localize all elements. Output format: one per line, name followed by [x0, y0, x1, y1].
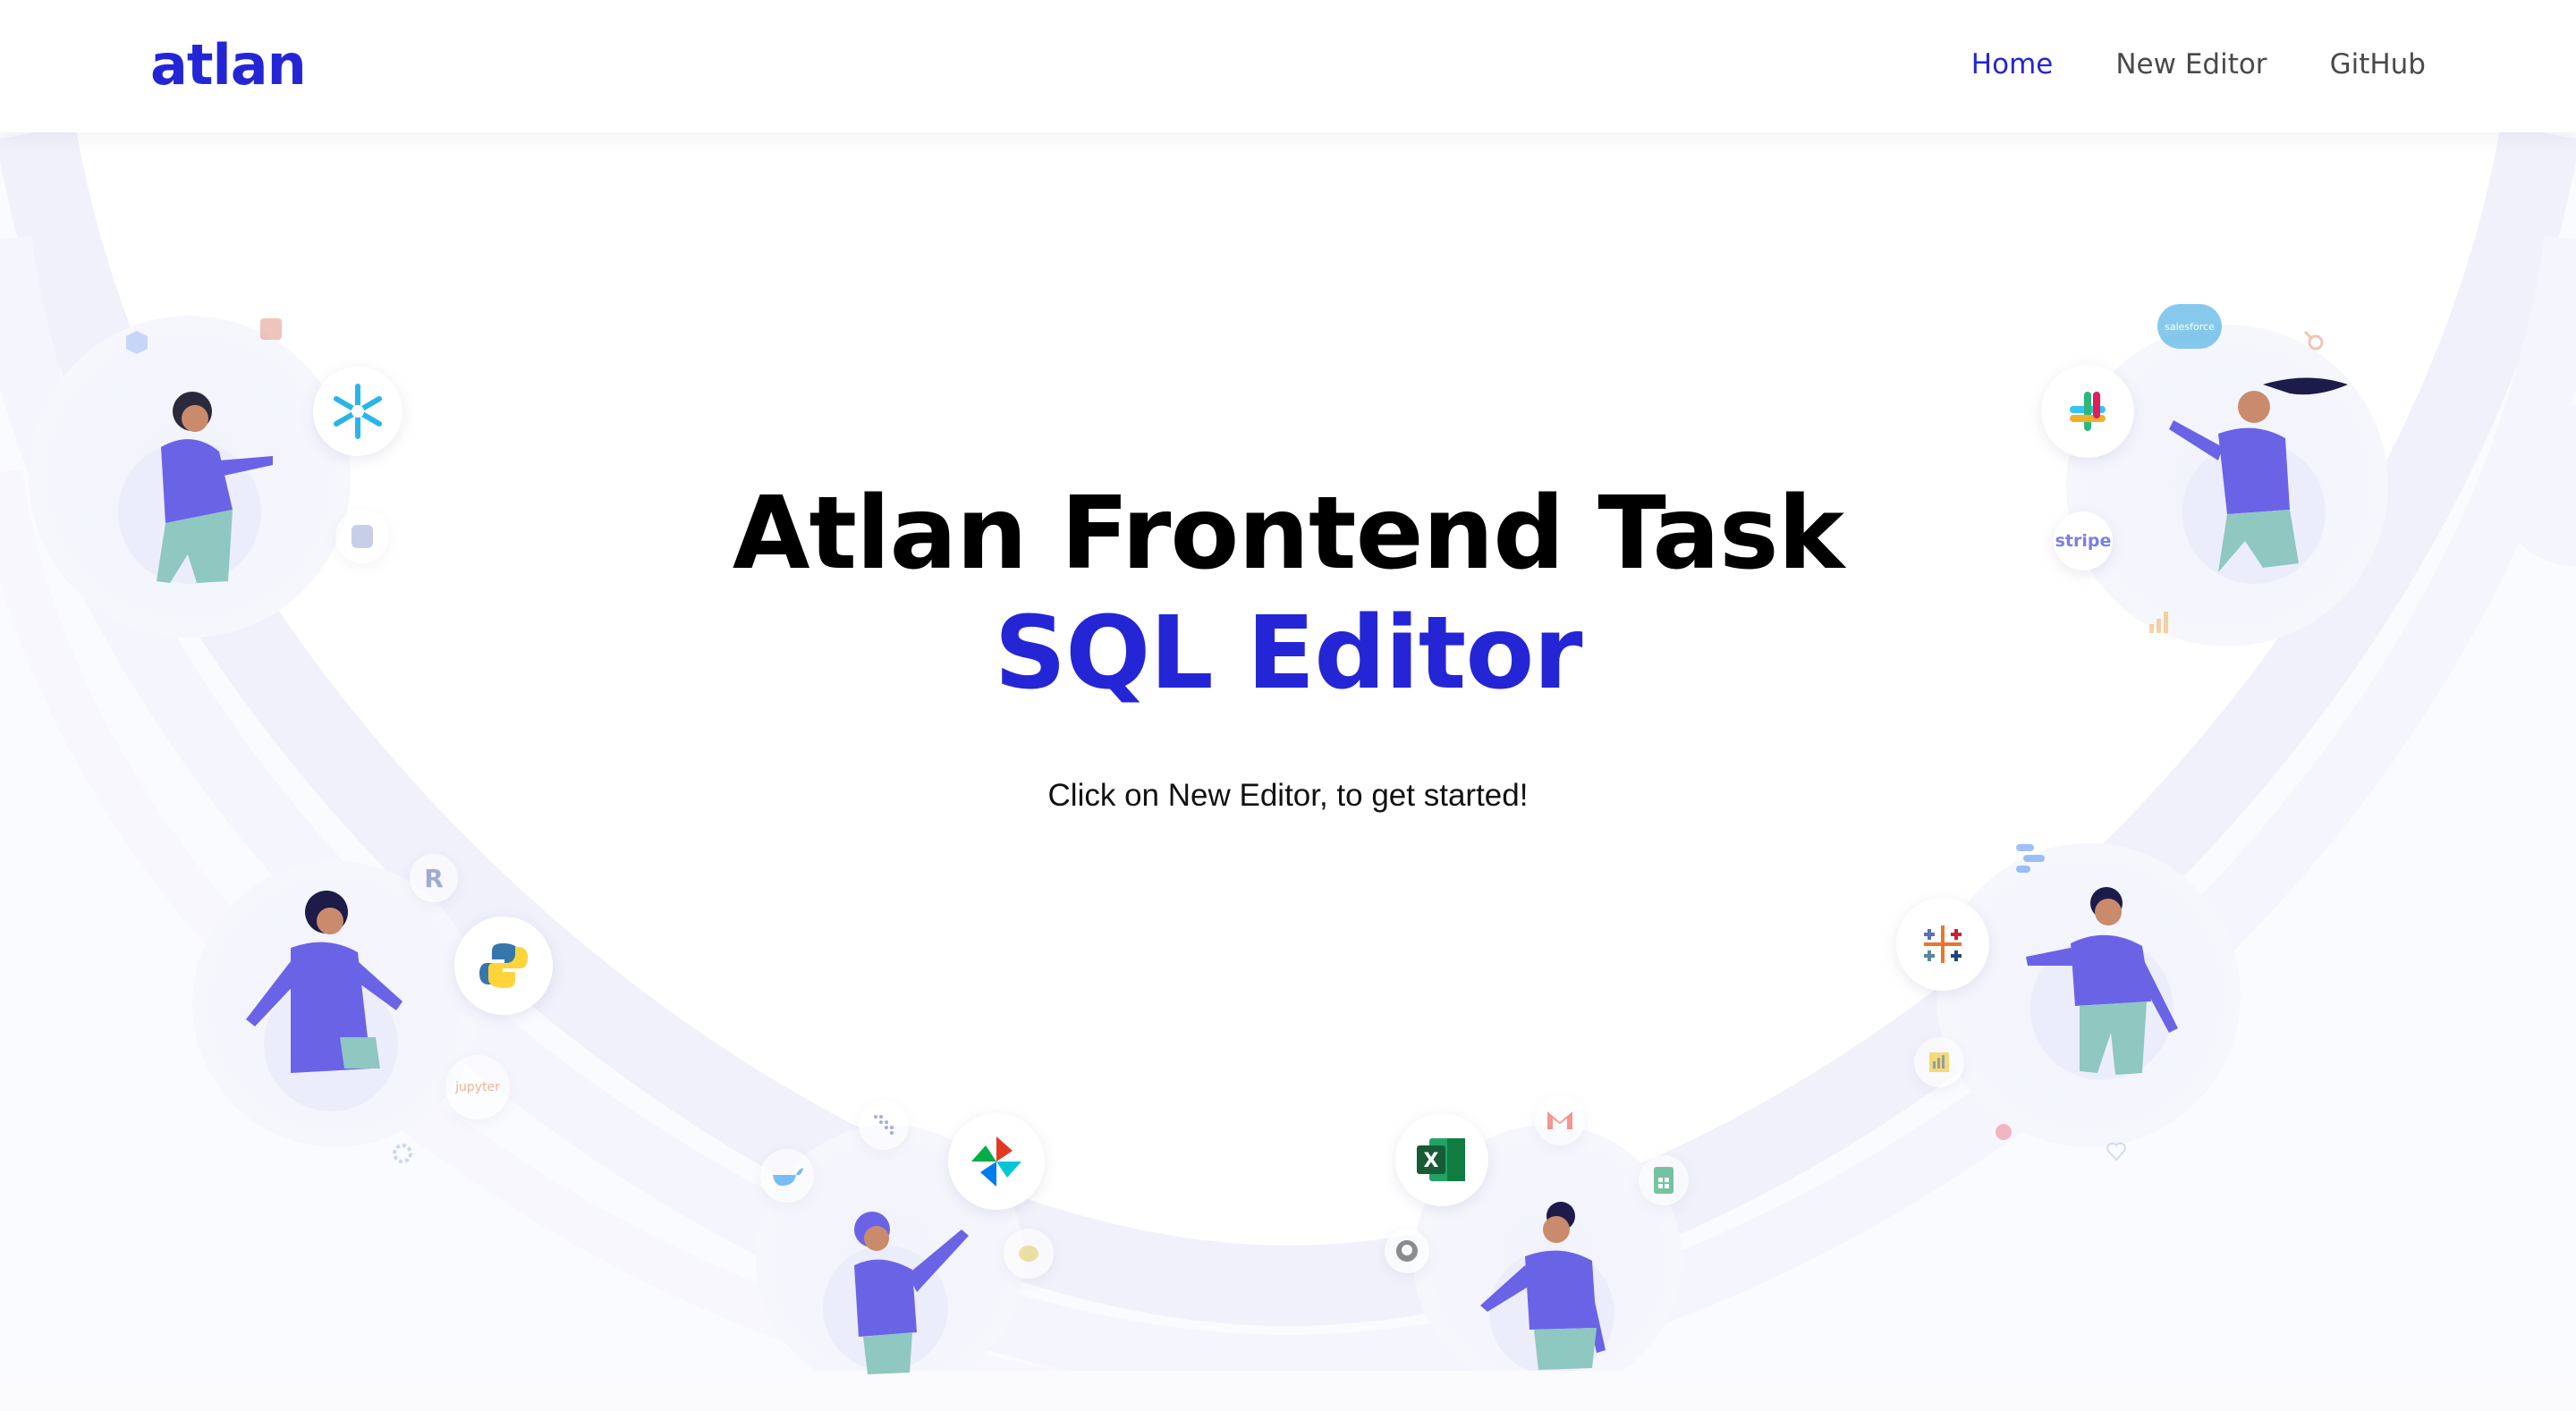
person-illustration-3: [246, 891, 402, 1073]
person-illustration-5: [854, 1212, 969, 1374]
hero: Atlan Frontend Task SQL Editor: [0, 474, 2576, 714]
person-illustration-6: [1480, 1202, 1606, 1370]
hero-subtitle: SQL Editor: [994, 596, 1582, 713]
navbar: atlan Home New Editor GitHub: [0, 0, 2576, 132]
nav-home-link[interactable]: Home: [1971, 48, 2054, 80]
nav-links: Home New Editor GitHub: [1971, 48, 2426, 80]
docker-icon: [760, 1149, 814, 1203]
heart-icon: [2102, 1137, 2131, 1166]
jupyter-label: jupyter: [455, 1080, 500, 1094]
person-illustration-4: [2026, 887, 2178, 1075]
atlan-logo[interactable]: atlan: [150, 32, 307, 97]
hero-instruction: Click on New Editor, to get started!: [1047, 778, 1529, 813]
salesforce-label: salesforce: [2165, 320, 2215, 333]
airflow-icon: [948, 1113, 1045, 1210]
hubspot-icon: [2297, 324, 2329, 356]
excel-icon: X: [1395, 1113, 1488, 1206]
excel-label: X: [1424, 1150, 1439, 1172]
hero-title: Atlan Frontend Task: [732, 476, 1844, 592]
power-bi-icon: [1914, 1037, 1964, 1087]
puzzle-icon: [246, 304, 296, 354]
github-icon: [1385, 1229, 1429, 1273]
jupyter-icon: jupyter: [445, 1055, 510, 1120]
hexagon-icon: [121, 326, 153, 359]
gear-icon: [386, 1137, 419, 1170]
looker-icon: [2005, 832, 2055, 882]
nav-new-editor-link[interactable]: New Editor: [2115, 48, 2267, 80]
hadoop-icon: [1004, 1229, 1054, 1279]
r-language-label: R: [424, 863, 444, 893]
pin-icon: [1987, 1118, 2020, 1150]
nav-github-link[interactable]: GitHub: [2330, 48, 2426, 80]
python-icon: [454, 917, 553, 1015]
r-language-icon: R: [410, 854, 458, 902]
google-sheets-icon: [1639, 1155, 1689, 1205]
dbt-icon: [859, 1100, 909, 1150]
salesforce-icon: salesforce: [2157, 304, 2222, 349]
slack-icon: [2041, 365, 2134, 458]
tableau-icon: [1896, 898, 1989, 991]
gmail-icon: [1535, 1095, 1585, 1145]
snowflake-icon: [313, 367, 402, 456]
